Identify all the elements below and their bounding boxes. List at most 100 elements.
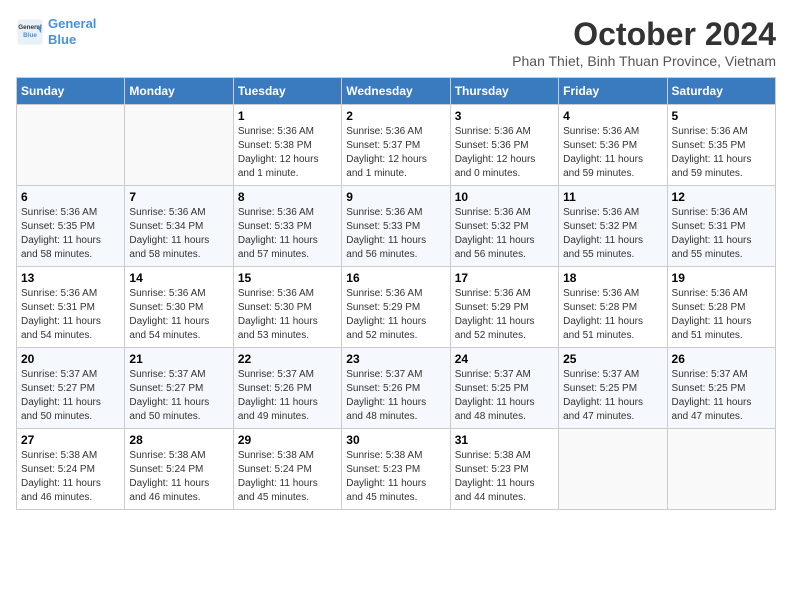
- logo-icon: General Blue: [16, 18, 44, 46]
- day-info: Sunrise: 5:36 AM Sunset: 5:33 PM Dayligh…: [346, 206, 445, 262]
- day-info: Sunrise: 5:36 AM Sunset: 5:35 PM Dayligh…: [672, 125, 771, 181]
- day-number: 28: [129, 433, 228, 447]
- day-info: Sunrise: 5:38 AM Sunset: 5:23 PM Dayligh…: [346, 449, 445, 505]
- calendar-header: SundayMondayTuesdayWednesdayThursdayFrid…: [17, 78, 776, 105]
- weekday-header-saturday: Saturday: [667, 78, 775, 105]
- calendar-week-3: 13 Sunrise: 5:36 AM Sunset: 5:31 PM Dayli…: [17, 267, 776, 348]
- day-number: 8: [238, 190, 337, 204]
- calendar-week-1: 1Sunrise: 5:36 AM Sunset: 5:38 PM Daylig…: [17, 105, 776, 186]
- day-info: Sunrise: 5:36 AM Sunset: 5:32 PM Dayligh…: [563, 206, 662, 262]
- day-info: Sunrise: 5:38 AM Sunset: 5:24 PM Dayligh…: [21, 449, 120, 505]
- calendar-cell: 1Sunrise: 5:36 AM Sunset: 5:38 PM Daylig…: [233, 105, 341, 186]
- day-number: 9: [346, 190, 445, 204]
- day-number: 16: [346, 271, 445, 285]
- calendar-cell: 16 Sunrise: 5:36 AM Sunset: 5:29 PM Dayli…: [342, 267, 450, 348]
- day-number: 15: [238, 271, 337, 285]
- day-info: Sunrise: 5:37 AM Sunset: 5:27 PM Dayligh…: [21, 368, 120, 424]
- weekday-header-monday: Monday: [125, 78, 233, 105]
- weekday-header-thursday: Thursday: [450, 78, 558, 105]
- calendar-cell: 26Sunrise: 5:37 AM Sunset: 5:25 PM Dayli…: [667, 348, 775, 429]
- day-info: Sunrise: 5:36 AM Sunset: 5:32 PM Dayligh…: [455, 206, 554, 262]
- day-info: Sunrise: 5:36 AM Sunset: 5:31 PM Dayligh…: [21, 287, 120, 343]
- calendar-cell: 14Sunrise: 5:36 AM Sunset: 5:30 PM Dayli…: [125, 267, 233, 348]
- logo: General Blue GeneralBlue: [16, 16, 96, 47]
- day-number: 4: [563, 109, 662, 123]
- day-info: Sunrise: 5:37 AM Sunset: 5:25 PM Dayligh…: [563, 368, 662, 424]
- day-info: Sunrise: 5:36 AM Sunset: 5:38 PM Dayligh…: [238, 125, 337, 181]
- logo-name: GeneralBlue: [48, 16, 96, 47]
- calendar-week-5: 27 Sunrise: 5:38 AM Sunset: 5:24 PM Dayli…: [17, 429, 776, 510]
- day-number: 25: [563, 352, 662, 366]
- weekday-header-wednesday: Wednesday: [342, 78, 450, 105]
- day-info: Sunrise: 5:38 AM Sunset: 5:24 PM Dayligh…: [238, 449, 337, 505]
- weekday-header-sunday: Sunday: [17, 78, 125, 105]
- day-number: 21: [129, 352, 228, 366]
- calendar-cell: 3 Sunrise: 5:36 AM Sunset: 5:36 PM Daylig…: [450, 105, 558, 186]
- day-info: Sunrise: 5:37 AM Sunset: 5:25 PM Dayligh…: [672, 368, 771, 424]
- day-number: 13: [21, 271, 120, 285]
- day-number: 11: [563, 190, 662, 204]
- calendar-cell: 20 Sunrise: 5:37 AM Sunset: 5:27 PM Dayli…: [17, 348, 125, 429]
- svg-text:Blue: Blue: [23, 31, 37, 38]
- day-number: 6: [21, 190, 120, 204]
- calendar-cell: 4 Sunrise: 5:36 AM Sunset: 5:36 PM Daylig…: [559, 105, 667, 186]
- calendar-week-2: 6 Sunrise: 5:36 AM Sunset: 5:35 PM Daylig…: [17, 186, 776, 267]
- calendar-cell: 8 Sunrise: 5:36 AM Sunset: 5:33 PM Daylig…: [233, 186, 341, 267]
- calendar-cell: 18 Sunrise: 5:36 AM Sunset: 5:28 PM Dayli…: [559, 267, 667, 348]
- day-number: 3: [455, 109, 554, 123]
- calendar-cell: 29 Sunrise: 5:38 AM Sunset: 5:24 PM Dayli…: [233, 429, 341, 510]
- day-number: 20: [21, 352, 120, 366]
- day-info: Sunrise: 5:38 AM Sunset: 5:24 PM Dayligh…: [129, 449, 228, 505]
- day-number: 2: [346, 109, 445, 123]
- calendar-cell: 2 Sunrise: 5:36 AM Sunset: 5:37 PM Daylig…: [342, 105, 450, 186]
- day-number: 17: [455, 271, 554, 285]
- day-info: Sunrise: 5:36 AM Sunset: 5:29 PM Dayligh…: [346, 287, 445, 343]
- calendar-cell: 6 Sunrise: 5:36 AM Sunset: 5:35 PM Daylig…: [17, 186, 125, 267]
- title-block: October 2024 Phan Thiet, Binh Thuan Prov…: [512, 16, 776, 69]
- day-number: 27: [21, 433, 120, 447]
- day-info: Sunrise: 5:37 AM Sunset: 5:27 PM Dayligh…: [129, 368, 228, 424]
- day-number: 29: [238, 433, 337, 447]
- calendar-body: 1Sunrise: 5:36 AM Sunset: 5:38 PM Daylig…: [17, 105, 776, 510]
- weekday-header-friday: Friday: [559, 78, 667, 105]
- day-number: 30: [346, 433, 445, 447]
- weekday-header-tuesday: Tuesday: [233, 78, 341, 105]
- day-number: 7: [129, 190, 228, 204]
- day-info: Sunrise: 5:36 AM Sunset: 5:37 PM Dayligh…: [346, 125, 445, 181]
- calendar-cell: [559, 429, 667, 510]
- calendar-week-4: 20 Sunrise: 5:37 AM Sunset: 5:27 PM Dayli…: [17, 348, 776, 429]
- calendar-cell: 10 Sunrise: 5:36 AM Sunset: 5:32 PM Dayli…: [450, 186, 558, 267]
- calendar-cell: 19Sunrise: 5:36 AM Sunset: 5:28 PM Dayli…: [667, 267, 775, 348]
- day-number: 24: [455, 352, 554, 366]
- day-number: 10: [455, 190, 554, 204]
- day-number: 19: [672, 271, 771, 285]
- day-info: Sunrise: 5:36 AM Sunset: 5:36 PM Dayligh…: [455, 125, 554, 181]
- day-info: Sunrise: 5:36 AM Sunset: 5:35 PM Dayligh…: [21, 206, 120, 262]
- calendar-cell: [125, 105, 233, 186]
- calendar-cell: 9 Sunrise: 5:36 AM Sunset: 5:33 PM Daylig…: [342, 186, 450, 267]
- day-info: Sunrise: 5:36 AM Sunset: 5:33 PM Dayligh…: [238, 206, 337, 262]
- subtitle: Phan Thiet, Binh Thuan Province, Vietnam: [512, 53, 776, 69]
- calendar-cell: 7Sunrise: 5:36 AM Sunset: 5:34 PM Daylig…: [125, 186, 233, 267]
- day-info: Sunrise: 5:36 AM Sunset: 5:28 PM Dayligh…: [563, 287, 662, 343]
- calendar-cell: 23Sunrise: 5:37 AM Sunset: 5:26 PM Dayli…: [342, 348, 450, 429]
- calendar-cell: 31Sunrise: 5:38 AM Sunset: 5:23 PM Dayli…: [450, 429, 558, 510]
- day-number: 5: [672, 109, 771, 123]
- day-number: 31: [455, 433, 554, 447]
- calendar-cell: 15 Sunrise: 5:36 AM Sunset: 5:30 PM Dayli…: [233, 267, 341, 348]
- calendar: SundayMondayTuesdayWednesdayThursdayFrid…: [16, 77, 776, 510]
- day-info: Sunrise: 5:37 AM Sunset: 5:26 PM Dayligh…: [238, 368, 337, 424]
- calendar-cell: 5 Sunrise: 5:36 AM Sunset: 5:35 PM Daylig…: [667, 105, 775, 186]
- calendar-cell: 12Sunrise: 5:36 AM Sunset: 5:31 PM Dayli…: [667, 186, 775, 267]
- calendar-cell: 17 Sunrise: 5:36 AM Sunset: 5:29 PM Dayli…: [450, 267, 558, 348]
- day-info: Sunrise: 5:36 AM Sunset: 5:30 PM Dayligh…: [238, 287, 337, 343]
- day-info: Sunrise: 5:36 AM Sunset: 5:29 PM Dayligh…: [455, 287, 554, 343]
- calendar-cell: 27 Sunrise: 5:38 AM Sunset: 5:24 PM Dayli…: [17, 429, 125, 510]
- day-number: 14: [129, 271, 228, 285]
- day-number: 18: [563, 271, 662, 285]
- calendar-cell: [667, 429, 775, 510]
- calendar-cell: 28 Sunrise: 5:38 AM Sunset: 5:24 PM Dayli…: [125, 429, 233, 510]
- calendar-cell: 24Sunrise: 5:37 AM Sunset: 5:25 PM Dayli…: [450, 348, 558, 429]
- calendar-cell: [17, 105, 125, 186]
- day-info: Sunrise: 5:36 AM Sunset: 5:36 PM Dayligh…: [563, 125, 662, 181]
